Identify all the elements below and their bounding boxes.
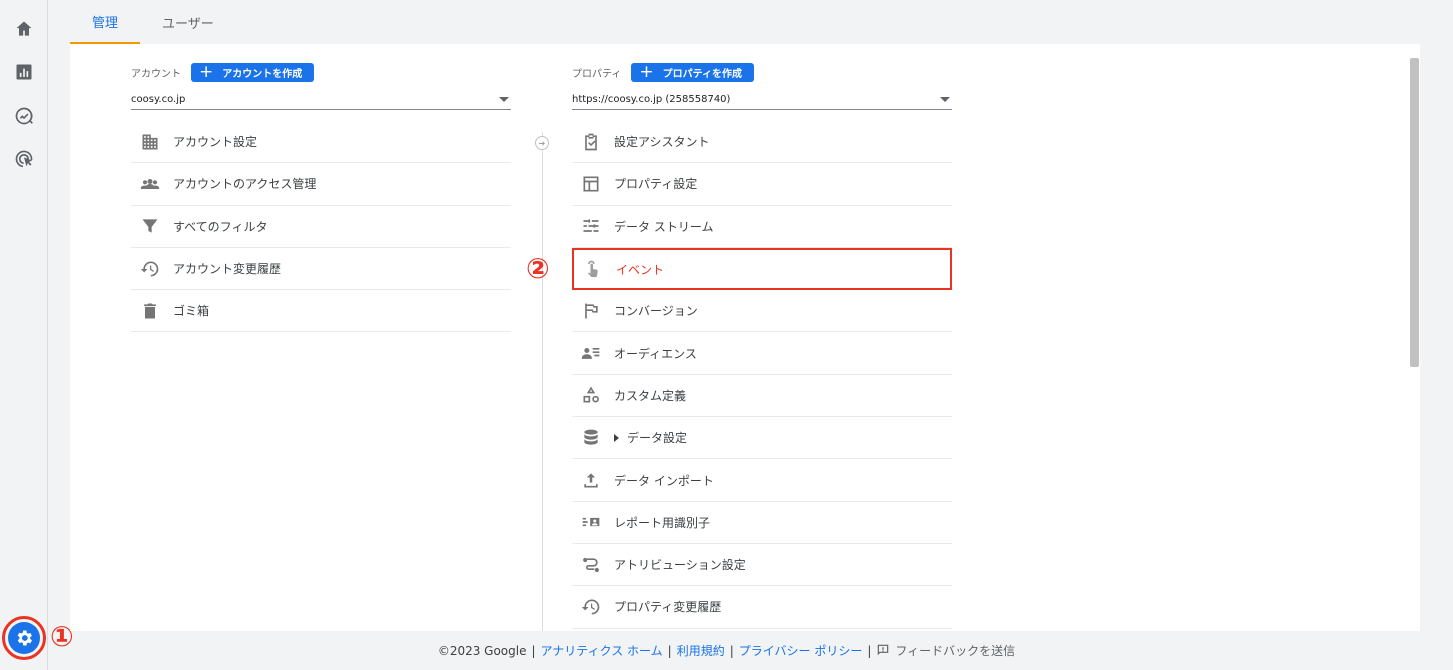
shapes-icon <box>580 384 602 406</box>
account-menu: アカウント設定 アカウントのアクセス管理 すべてのフィルタ アカウント変更履歴 … <box>131 121 511 333</box>
building-icon <box>139 131 161 153</box>
admin-tabs: 管理 ユーザー <box>70 0 1420 44</box>
privacy-policy-link[interactable]: プライバシー ポリシー <box>739 642 863 659</box>
account-history-item[interactable]: アカウント変更履歴 <box>131 248 511 291</box>
reporting-identity-item[interactable]: レポート用識別子 <box>572 502 952 544</box>
custom-definitions-item[interactable]: カスタム定義 <box>572 375 952 418</box>
footer: ©2023 Google | アナリティクス ホーム | 利用規約 | プライバ… <box>437 642 1016 659</box>
property-settings-item[interactable]: プロパティ設定 <box>572 163 952 206</box>
layout-icon <box>580 173 602 195</box>
property-history-item[interactable]: プロパティ変更履歴 <box>572 586 952 629</box>
conversions-item[interactable]: コンバージョン <box>572 290 952 333</box>
create-property-button[interactable]: + プロパティを作成 <box>631 62 755 82</box>
plus-icon: + <box>199 62 214 82</box>
account-settings-item[interactable]: アカウント設定 <box>131 121 511 164</box>
create-account-button[interactable]: + アカウントを作成 <box>191 62 315 82</box>
nav-rail <box>0 0 48 670</box>
account-label: アカウント <box>131 69 181 80</box>
column-divider <box>542 132 543 631</box>
tab-admin[interactable]: 管理 <box>70 0 141 44</box>
tab-user[interactable]: ユーザー <box>140 0 236 44</box>
property-menu: 設定アシスタント プロパティ設定 データ ストリーム イベント コンバージョン … <box>572 121 952 629</box>
explore-icon[interactable] <box>12 104 36 128</box>
identity-icon <box>580 511 602 533</box>
advertising-icon[interactable] <box>12 147 36 171</box>
arrow-right-icon: ➔ <box>535 136 549 150</box>
step-two-marker: ② <box>526 252 550 285</box>
flag-icon <box>580 300 602 322</box>
checklist-icon <box>580 131 602 153</box>
account-selector[interactable]: coosy.co.jp <box>131 90 511 110</box>
feedback-icon <box>876 643 890 658</box>
history-icon <box>580 596 602 618</box>
audiences-item[interactable]: オーディエンス <box>572 332 952 375</box>
analytics-home-link[interactable]: アナリティクス ホーム <box>541 642 663 659</box>
scrollbar[interactable] <box>1410 58 1419 367</box>
chevron-down-icon <box>940 97 950 102</box>
history-icon <box>139 258 161 280</box>
trash-icon <box>139 300 161 322</box>
all-filters-item[interactable]: すべてのフィルタ <box>131 206 511 248</box>
trash-item[interactable]: ゴミ箱 <box>131 290 511 333</box>
terms-link[interactable]: 利用規約 <box>677 642 725 659</box>
data-settings-item[interactable]: データ設定 <box>572 417 952 460</box>
stream-icon <box>580 215 602 237</box>
plus-icon: + <box>639 62 654 82</box>
copyright-text: ©2023 Google <box>437 643 527 658</box>
filter-icon <box>139 215 161 237</box>
expand-triangle-icon <box>614 433 619 442</box>
property-selector[interactable]: https://coosy.co.jp (258558740) <box>572 90 952 110</box>
data-streams-item[interactable]: データ ストリーム <box>572 206 952 248</box>
property-label: プロパティ <box>572 69 622 80</box>
home-icon[interactable] <box>12 17 36 41</box>
account-header: アカウント + アカウントを作成 <box>131 62 315 82</box>
audience-icon <box>580 342 602 364</box>
setup-assistant-item[interactable]: 設定アシスタント <box>572 121 952 164</box>
property-header: プロパティ + プロパティを作成 <box>572 62 755 82</box>
events-item[interactable]: イベント <box>572 247 952 291</box>
people-icon <box>139 173 161 195</box>
attribution-icon <box>580 554 602 576</box>
upload-icon <box>580 469 602 491</box>
touch-icon <box>582 258 604 280</box>
feedback-link[interactable]: フィードバックを送信 <box>895 642 1015 659</box>
database-icon <box>580 427 602 449</box>
chevron-down-icon <box>499 97 509 102</box>
reports-icon[interactable] <box>12 60 36 84</box>
account-access-item[interactable]: アカウントのアクセス管理 <box>131 163 511 206</box>
attribution-settings-item[interactable]: アトリビューション設定 <box>572 544 952 587</box>
data-import-item[interactable]: データ インポート <box>572 459 952 502</box>
